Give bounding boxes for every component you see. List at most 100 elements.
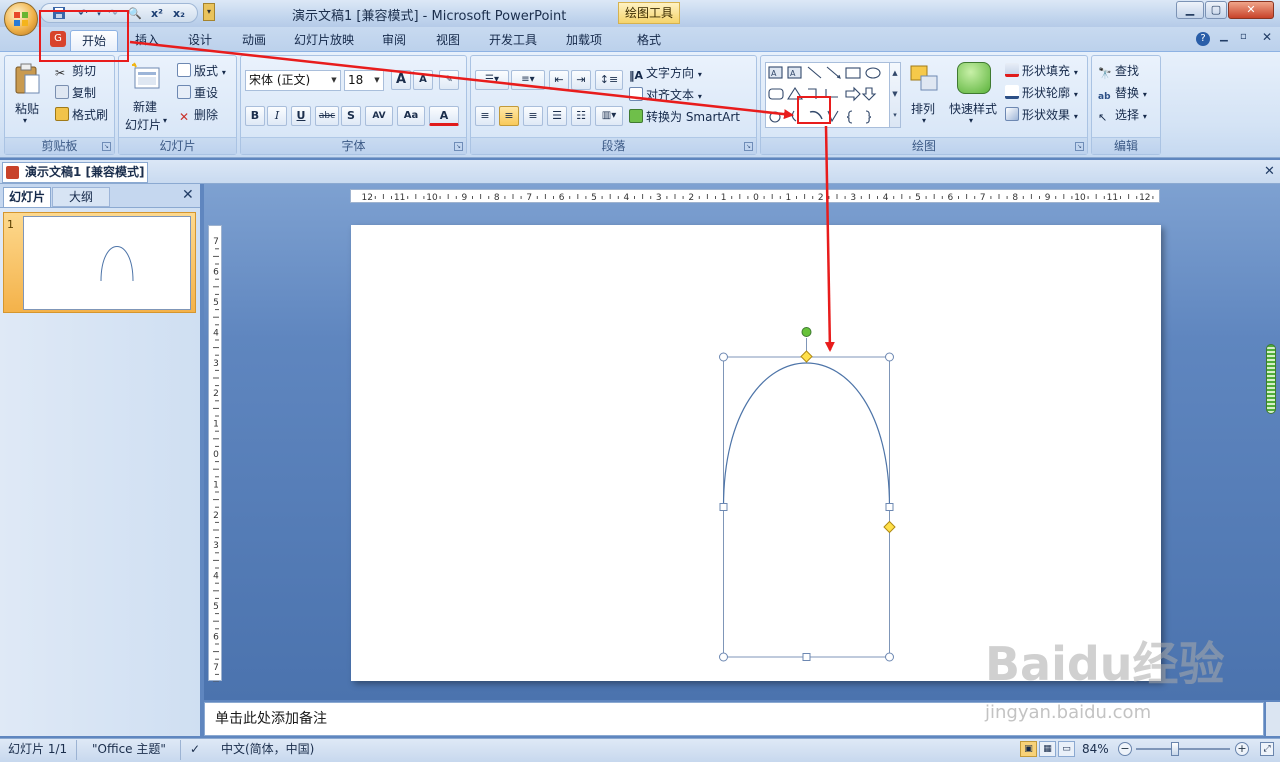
font-size-dropdown-icon[interactable]: ▼: [371, 71, 383, 90]
quick-styles-icon[interactable]: [957, 62, 991, 94]
shape-effects-button[interactable]: 形状效果 ▾: [1005, 106, 1078, 123]
change-case-button[interactable]: Aa: [397, 106, 425, 126]
handle-left[interactable]: [719, 503, 728, 511]
pane-close-icon[interactable]: ✕: [182, 187, 194, 203]
convert-smartart-button[interactable]: 转换为 SmartArt: [629, 108, 740, 125]
tab-addins[interactable]: 加载项: [556, 30, 612, 52]
tab-insert[interactable]: 插入: [126, 30, 168, 52]
select-button[interactable]: ↖ 选择 ▾: [1098, 106, 1147, 125]
tab-developer[interactable]: 开发工具: [480, 30, 546, 52]
handle-top-right[interactable]: [885, 352, 894, 362]
strikethrough-button[interactable]: abc: [315, 106, 339, 126]
slide-sorter-button[interactable]: ▦: [1039, 741, 1056, 757]
reset-button[interactable]: 重设: [177, 84, 218, 101]
normal-view-button[interactable]: ▣: [1020, 741, 1037, 757]
bullets-button[interactable]: ☰▾: [475, 70, 509, 90]
slideshow-button[interactable]: ▭: [1058, 741, 1075, 757]
new-slide-label-2[interactable]: 幻灯片: [125, 116, 161, 133]
paste-icon[interactable]: [13, 62, 41, 96]
align-center-button[interactable]: ≡: [499, 106, 519, 126]
shrink-font-button[interactable]: A: [413, 70, 433, 90]
font-size-combo[interactable]: 18 ▼: [344, 70, 384, 91]
ribbon-minimize-icon[interactable]: ▁: [1220, 31, 1228, 42]
slide-canvas[interactable]: [351, 225, 1161, 681]
shape-outline-button[interactable]: 形状轮廓 ▾: [1005, 84, 1078, 101]
distribute-button[interactable]: ☷: [571, 106, 591, 126]
shape-fill-button[interactable]: 形状填充 ▾: [1005, 62, 1078, 79]
tab-format[interactable]: 格式: [624, 30, 674, 52]
font-launcher-icon[interactable]: ↘: [454, 142, 463, 151]
superscript-icon[interactable]: x²: [149, 6, 165, 22]
handle-bottom-right[interactable]: [885, 652, 894, 662]
tab-slideshow[interactable]: 幻灯片放映: [286, 30, 362, 52]
decrease-indent-button[interactable]: ⇤: [549, 70, 569, 90]
office-button[interactable]: [4, 2, 38, 36]
char-spacing-button[interactable]: AV: [365, 106, 393, 126]
new-slide-icon[interactable]: [131, 62, 161, 92]
underline-button[interactable]: U: [291, 106, 311, 126]
zoom-out-icon[interactable]: −: [1118, 742, 1132, 756]
arrange-button[interactable]: 排列: [911, 100, 935, 117]
tab-design[interactable]: 设计: [178, 30, 222, 52]
arc-shape[interactable]: [722, 362, 891, 508]
fit-to-window-icon[interactable]: ⤢: [1260, 742, 1274, 756]
replace-button[interactable]: ab 替换 ▾: [1098, 84, 1147, 106]
columns-button[interactable]: ▥▾: [595, 106, 623, 126]
scroll-thumb[interactable]: [1266, 344, 1276, 414]
font-name-combo[interactable]: 宋体 (正文) ▼: [245, 70, 341, 91]
quick-styles-button[interactable]: 快速样式: [949, 100, 997, 117]
minimize-button[interactable]: ▁: [1176, 1, 1204, 19]
rotation-handle[interactable]: [801, 327, 812, 337]
adjust-handle-top[interactable]: [800, 350, 813, 363]
tab-outline[interactable]: 大纲: [52, 187, 110, 207]
bold-button[interactable]: B: [245, 106, 265, 126]
align-left-button[interactable]: ≡: [475, 106, 495, 126]
close-button[interactable]: ✕: [1228, 1, 1274, 19]
paragraph-launcher-icon[interactable]: ↘: [744, 142, 753, 151]
format-painter-button[interactable]: 格式刷: [55, 106, 108, 123]
zoom-in-icon[interactable]: +: [1235, 742, 1249, 756]
justify-button[interactable]: ☰: [547, 106, 567, 126]
numbering-button[interactable]: ≡▾: [511, 70, 545, 90]
font-color-button[interactable]: A: [429, 106, 459, 126]
help-icon[interactable]: ?: [1196, 32, 1210, 46]
tab-animation[interactable]: 动画: [232, 30, 276, 52]
grow-font-button[interactable]: A: [391, 70, 411, 90]
handle-bottom-left[interactable]: [719, 652, 728, 662]
font-name-dropdown-icon[interactable]: ▼: [328, 71, 340, 90]
status-language[interactable]: 中文(简体，中国): [221, 741, 314, 757]
adjust-handle-right[interactable]: [883, 520, 896, 534]
document-close-icon[interactable]: ✕: [1264, 164, 1275, 179]
handle-right[interactable]: [885, 503, 894, 511]
arrange-icon[interactable]: [909, 64, 941, 94]
spellcheck-icon[interactable]: ✓: [190, 741, 200, 757]
cut-button[interactable]: ✂ 剪切: [55, 62, 96, 80]
subscript-icon[interactable]: x₂: [171, 6, 187, 22]
quick-styles-dropdown-icon[interactable]: ▾: [969, 116, 973, 125]
zoom-slider-thumb[interactable]: [1171, 742, 1179, 756]
tab-view[interactable]: 视图: [426, 30, 470, 52]
align-right-button[interactable]: ≡: [523, 106, 543, 126]
clear-format-button[interactable]: ✎: [439, 70, 459, 90]
slide-thumbnail[interactable]: [23, 216, 191, 310]
handle-top-left[interactable]: [719, 352, 728, 362]
handle-bottom[interactable]: [802, 653, 811, 661]
italic-button[interactable]: I: [267, 106, 287, 126]
paste-button[interactable]: 粘贴: [15, 100, 39, 117]
delete-button[interactable]: ✕ 删除: [177, 106, 218, 124]
new-slide-label-1[interactable]: 新建: [133, 98, 157, 115]
paste-dropdown-icon[interactable]: ▾: [23, 116, 27, 125]
shapes-gallery-scroll[interactable]: ▲ ▼ ▾: [889, 62, 901, 128]
document-tab[interactable]: 演示文稿1 [兼容模式]: [2, 162, 148, 183]
line-spacing-button[interactable]: ↕≡: [595, 70, 623, 90]
print-preview-icon[interactable]: 🔍: [127, 6, 143, 22]
maximize-button[interactable]: ▢: [1205, 1, 1227, 19]
tab-slides[interactable]: 幻灯片: [3, 187, 51, 207]
zoom-level[interactable]: 84%: [1082, 741, 1109, 757]
tab-review[interactable]: 审阅: [372, 30, 416, 52]
ribbon-restore-icon[interactable]: ▫: [1240, 31, 1247, 42]
align-text-button[interactable]: 对齐文本 ▾: [629, 86, 702, 103]
text-shadow-button[interactable]: S: [341, 106, 361, 126]
copy-button[interactable]: 复制: [55, 84, 96, 101]
new-slide-dropdown-icon[interactable]: ▾: [163, 116, 167, 125]
